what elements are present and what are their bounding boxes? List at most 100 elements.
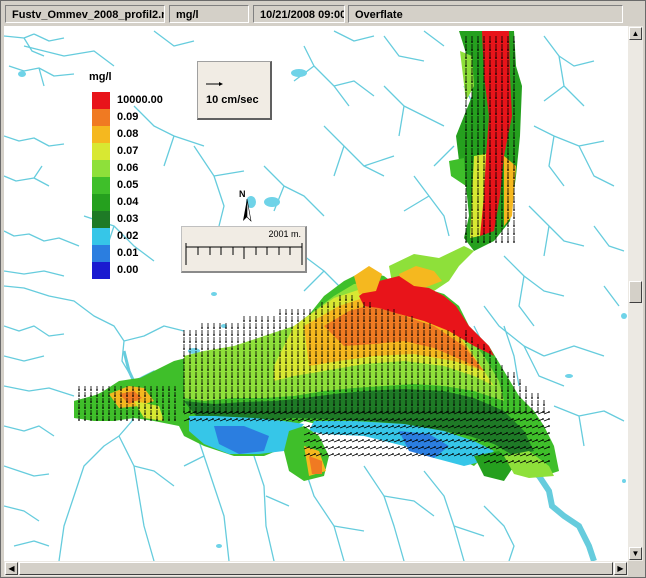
velocity-arrowhead bbox=[345, 327, 347, 329]
velocity-arrowhead bbox=[464, 425, 466, 427]
velocity-arrowhead bbox=[483, 81, 485, 83]
velocity-arrowhead bbox=[423, 355, 425, 357]
velocity-arrowhead bbox=[219, 397, 221, 399]
velocity-arrowhead bbox=[411, 341, 413, 343]
velocity-arrowhead bbox=[356, 432, 358, 434]
velocity-arrowhead bbox=[96, 389, 98, 391]
velocity-arrowhead bbox=[489, 233, 491, 235]
velocity-arrowhead bbox=[483, 113, 485, 115]
velocity-arrowhead bbox=[476, 439, 478, 441]
velocity-arrowhead bbox=[326, 411, 328, 413]
velocity-arrowhead bbox=[332, 432, 334, 434]
velocity-arrowhead bbox=[162, 413, 164, 415]
velocity-arrowhead bbox=[150, 395, 152, 397]
velocity-arrowhead bbox=[471, 145, 473, 147]
velocity-arrowhead bbox=[351, 341, 353, 343]
velocity-arrowhead bbox=[309, 348, 311, 350]
velocity-arrowhead bbox=[512, 439, 514, 441]
velocity-arrowhead bbox=[488, 411, 490, 413]
velocity-arrowhead bbox=[507, 113, 509, 115]
velocity-arrowhead bbox=[477, 105, 479, 107]
velocity-arrowhead bbox=[387, 355, 389, 357]
velocity-arrowhead bbox=[351, 327, 353, 329]
velocity-arrowhead bbox=[309, 369, 311, 371]
vertical-scroll-thumb[interactable] bbox=[629, 281, 642, 303]
velocity-arrowhead bbox=[369, 334, 371, 336]
velocity-arrowhead bbox=[201, 341, 203, 343]
velocity-arrowhead bbox=[254, 418, 256, 420]
velocity-arrowhead bbox=[416, 425, 418, 427]
velocity-arrowhead bbox=[120, 413, 122, 415]
velocity-arrowhead bbox=[273, 362, 275, 364]
velocity-arrowhead bbox=[350, 439, 352, 441]
velocity-arrowhead bbox=[327, 327, 329, 329]
velocity-arrowhead bbox=[513, 145, 515, 147]
velocity-arrowhead bbox=[213, 355, 215, 357]
velocity-arrowhead bbox=[297, 341, 299, 343]
velocity-arrowhead bbox=[507, 376, 509, 378]
velocity-arrowhead bbox=[483, 193, 485, 195]
legend-swatch bbox=[92, 177, 110, 194]
velocity-arrowhead bbox=[471, 113, 473, 115]
velocity-arrowhead bbox=[470, 439, 472, 441]
velocity-arrowhead bbox=[369, 369, 371, 371]
velocity-arrowhead bbox=[501, 129, 503, 131]
velocity-arrowhead bbox=[465, 355, 467, 357]
velocity-arrowhead bbox=[266, 411, 268, 413]
velocity-arrowhead bbox=[411, 397, 413, 399]
velocity-arrowhead bbox=[345, 376, 347, 378]
velocity-arrowhead bbox=[494, 460, 496, 462]
scroll-down-icon[interactable]: ▼ bbox=[629, 547, 642, 560]
velocity-arrowhead bbox=[501, 404, 503, 406]
velocity-arrowhead bbox=[168, 389, 170, 391]
velocity-arrowhead bbox=[242, 411, 244, 413]
velocity-arrowhead bbox=[501, 41, 503, 43]
velocity-arrowhead bbox=[471, 65, 473, 67]
velocity-arrowhead bbox=[345, 313, 347, 315]
velocity-arrowhead bbox=[524, 411, 526, 413]
velocity-arrowhead bbox=[422, 425, 424, 427]
velocity-arrowhead bbox=[357, 376, 359, 378]
velocity-arrowhead bbox=[387, 369, 389, 371]
velocity-arrowhead bbox=[207, 355, 209, 357]
velocity-arrowhead bbox=[369, 404, 371, 406]
velocity-arrowhead bbox=[477, 209, 479, 211]
velocity-arrowhead bbox=[501, 161, 503, 163]
velocity-arrowhead bbox=[243, 348, 245, 350]
velocity-arrowhead bbox=[489, 169, 491, 171]
velocity-arrowhead bbox=[465, 404, 467, 406]
velocity-arrowhead bbox=[291, 334, 293, 336]
velocity-arrowhead bbox=[237, 334, 239, 336]
velocity-arrowhead bbox=[446, 453, 448, 455]
horizontal-scrollbar[interactable]: ◀ ▶ bbox=[4, 561, 628, 576]
velocity-arrowhead bbox=[108, 407, 110, 409]
velocity-arrowhead bbox=[387, 348, 389, 350]
velocity-arrowhead bbox=[465, 193, 467, 195]
scroll-up-icon[interactable]: ▲ bbox=[629, 27, 642, 40]
velocity-arrowhead bbox=[501, 73, 503, 75]
velocity-arrowhead bbox=[201, 390, 203, 392]
horizontal-scroll-thumb[interactable] bbox=[19, 562, 613, 575]
velocity-arrowhead bbox=[381, 397, 383, 399]
velocity-arrowhead bbox=[213, 334, 215, 336]
velocity-arrowhead bbox=[195, 362, 197, 364]
velocity-arrowhead bbox=[309, 383, 311, 385]
velocity-arrowhead bbox=[447, 390, 449, 392]
velocity-arrowhead bbox=[513, 81, 515, 83]
velocity-arrowhead bbox=[536, 460, 538, 462]
scroll-left-icon[interactable]: ◀ bbox=[5, 562, 18, 575]
velocity-arrowhead bbox=[315, 404, 317, 406]
velocity-arrowhead bbox=[206, 411, 208, 413]
map-viewport[interactable]: mg/l 10000.00 0.09 0.08 0.07 0.06 0.05 0.04 0.0… bbox=[4, 26, 628, 561]
velocity-arrowhead bbox=[285, 334, 287, 336]
scroll-right-icon[interactable]: ▶ bbox=[614, 562, 627, 575]
velocity-arrowhead bbox=[350, 432, 352, 434]
velocity-arrowhead bbox=[429, 355, 431, 357]
vertical-scrollbar[interactable]: ▲ ▼ bbox=[628, 26, 643, 561]
velocity-arrowhead bbox=[291, 341, 293, 343]
velocity-arrowhead bbox=[416, 432, 418, 434]
velocity-arrowhead bbox=[495, 81, 497, 83]
velocity-arrowhead bbox=[213, 327, 215, 329]
velocity-arrowhead bbox=[231, 334, 233, 336]
velocity-arrowhead bbox=[248, 418, 250, 420]
